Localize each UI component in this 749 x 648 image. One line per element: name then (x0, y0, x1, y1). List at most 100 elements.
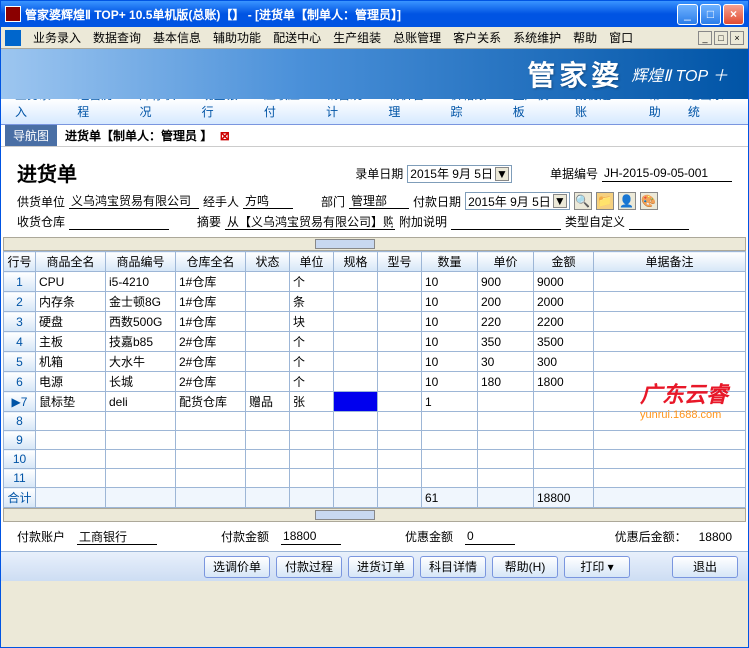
action-button-1[interactable]: 付款过程 (276, 556, 342, 578)
supplier-label: 供货单位 (17, 193, 65, 210)
dept-label: 部门 (321, 193, 345, 210)
module-tab-bar: 业务录入经营历程库存状况现金银行应收应付销售统计物价管理价格跟踪生产模板期初建账… (1, 99, 748, 125)
note-input[interactable] (451, 214, 561, 230)
pay-date-picker[interactable]: 2015年 9月 5日▼ (465, 192, 570, 210)
col-header[interactable]: 商品编号 (106, 252, 176, 272)
product-subtitle: 辉煌Ⅱ TOP ＋ (631, 62, 728, 86)
close-button[interactable]: × (723, 4, 744, 25)
palette-icon[interactable]: 🎨 (640, 192, 658, 210)
action-button-2[interactable]: 进货订单 (348, 556, 414, 578)
col-header[interactable]: 数量 (422, 252, 478, 272)
items-grid[interactable]: 行号商品全名商品编号仓库全名状态单位规格型号数量单价金额单据备注 1CPUi5-… (3, 251, 746, 508)
footer-form: 付款账户 付款金额 优惠金额 优惠后金额： 18800 (1, 522, 748, 551)
menu-bar: 业务录入数据查询基本信息辅助功能配送中心生产组装总账管理客户关系系统维护帮助窗口… (1, 27, 748, 49)
note-label: 附加说明 (399, 213, 447, 230)
page-title: 进货单 (17, 158, 77, 187)
warehouse-label: 收货仓库 (17, 213, 65, 230)
col-header[interactable]: 单位 (290, 252, 334, 272)
menu-客户关系[interactable]: 客户关系 (447, 29, 507, 47)
title-bar: 管家婆辉煌Ⅱ TOP+ 10.5单机版(总账)【】 - [进货单【制单人：管理员… (1, 1, 748, 27)
folder-icon[interactable]: 📁 (596, 192, 614, 210)
table-row[interactable]: 8 (4, 412, 746, 431)
after-discount-value: 18800 (699, 530, 732, 544)
custom-input[interactable] (629, 214, 689, 230)
menu-基本信息[interactable]: 基本信息 (147, 29, 207, 47)
horizontal-scrollbar-top[interactable] (3, 237, 746, 251)
maximize-button[interactable]: □ (700, 4, 721, 25)
handler-input[interactable] (243, 193, 293, 209)
table-row[interactable]: 5机箱大水牛2#仓库个1030300 (4, 352, 746, 372)
col-header[interactable]: 商品全名 (36, 252, 106, 272)
search-icon[interactable]: 🔍 (574, 192, 592, 210)
bill-no-input[interactable] (602, 166, 732, 182)
summary-input[interactable] (225, 214, 395, 230)
table-row[interactable]: 6电源长城2#仓库个101801800 (4, 372, 746, 392)
menu-总账管理[interactable]: 总账管理 (387, 29, 447, 47)
app-icon (5, 6, 21, 22)
action-button-6[interactable]: 退出 (672, 556, 738, 578)
dept-input[interactable] (349, 193, 409, 209)
mdi-min-button[interactable]: _ (698, 31, 712, 45)
menu-辅助功能[interactable]: 辅助功能 (207, 29, 267, 47)
action-button-3[interactable]: 科目详情 (420, 556, 486, 578)
table-row[interactable]: 9 (4, 431, 746, 450)
entry-date-label: 录单日期 (355, 165, 403, 182)
table-row[interactable]: 3硬盘西数500G1#仓库块102202200 (4, 312, 746, 332)
warehouse-input[interactable] (69, 214, 169, 230)
menu-窗口[interactable]: 窗口 (603, 29, 639, 47)
menu-icon (5, 30, 21, 46)
menu-业务录入[interactable]: 业务录入 (27, 29, 87, 47)
action-button-0[interactable]: 选调价单 (204, 556, 270, 578)
summary-label: 摘要 (197, 213, 221, 230)
custom-label: 类型自定义 (565, 213, 625, 230)
total-row: 合计6118800 (4, 488, 746, 508)
tab-close-icon[interactable]: ⊠ (220, 129, 230, 143)
table-row[interactable]: ▶7鼠标垫deli配货仓库赠品张1 (4, 392, 746, 412)
menu-系统维护[interactable]: 系统维护 (507, 29, 567, 47)
action-button-5[interactable]: 打印 ▾ (564, 556, 630, 578)
dropdown-icon[interactable]: ▼ (553, 194, 567, 208)
discount-input[interactable] (465, 529, 515, 545)
col-header[interactable]: 单价 (478, 252, 534, 272)
product-banner: 管家婆 辉煌Ⅱ TOP ＋ (1, 49, 748, 99)
table-row[interactable]: 10 (4, 450, 746, 469)
menu-生产组装[interactable]: 生产组装 (327, 29, 387, 47)
pay-date-label: 付款日期 (413, 193, 461, 210)
action-button-4[interactable]: 帮助(H) (492, 556, 558, 578)
entry-date-picker[interactable]: 2015年 9月 5日▼ (407, 165, 512, 183)
account-label: 付款账户 (17, 528, 65, 545)
window-title: 管家婆辉煌Ⅱ TOP+ 10.5单机版(总账)【】 - [进货单【制单人：管理员… (25, 6, 675, 23)
supplier-input[interactable] (69, 193, 199, 209)
table-row[interactable]: 11 (4, 469, 746, 488)
handler-label: 经手人 (203, 193, 239, 210)
document-tab[interactable]: 进货单【制单人：管理员 】 ⊠ (57, 125, 238, 146)
menu-配送中心[interactable]: 配送中心 (267, 29, 327, 47)
minimize-button[interactable]: _ (677, 4, 698, 25)
col-header[interactable]: 单据备注 (594, 252, 746, 272)
pay-amount-input[interactable] (281, 529, 341, 545)
discount-label: 优惠金额 (405, 528, 453, 545)
form-header: 进货单 录单日期 2015年 9月 5日▼ 单据编号 供货单位 经手人 部门 付… (1, 147, 748, 237)
menu-帮助[interactable]: 帮助 (567, 29, 603, 47)
col-header[interactable]: 规格 (334, 252, 378, 272)
nav-map-tab[interactable]: 导航图 (5, 125, 57, 146)
menu-数据查询[interactable]: 数据查询 (87, 29, 147, 47)
horizontal-scrollbar-bottom[interactable] (3, 508, 746, 522)
col-header[interactable]: 行号 (4, 252, 36, 272)
user-icon[interactable]: 👤 (618, 192, 636, 210)
dropdown-icon[interactable]: ▼ (495, 167, 509, 181)
pay-amount-label: 付款金额 (221, 528, 269, 545)
after-discount-label: 优惠后金额： (615, 528, 687, 545)
account-input[interactable] (77, 529, 157, 545)
col-header[interactable]: 型号 (378, 252, 422, 272)
table-row[interactable]: 4主板技嘉b852#仓库个103503500 (4, 332, 746, 352)
product-name: 管家婆 (527, 54, 623, 94)
table-row[interactable]: 2内存条金士顿8G1#仓库条102002000 (4, 292, 746, 312)
mdi-close-button[interactable]: × (730, 31, 744, 45)
col-header[interactable]: 状态 (246, 252, 290, 272)
table-row[interactable]: 1CPUi5-42101#仓库个109009000 (4, 272, 746, 292)
col-header[interactable]: 金额 (534, 252, 594, 272)
mdi-restore-button[interactable]: □ (714, 31, 728, 45)
bill-no-label: 单据编号 (550, 165, 598, 182)
col-header[interactable]: 仓库全名 (176, 252, 246, 272)
